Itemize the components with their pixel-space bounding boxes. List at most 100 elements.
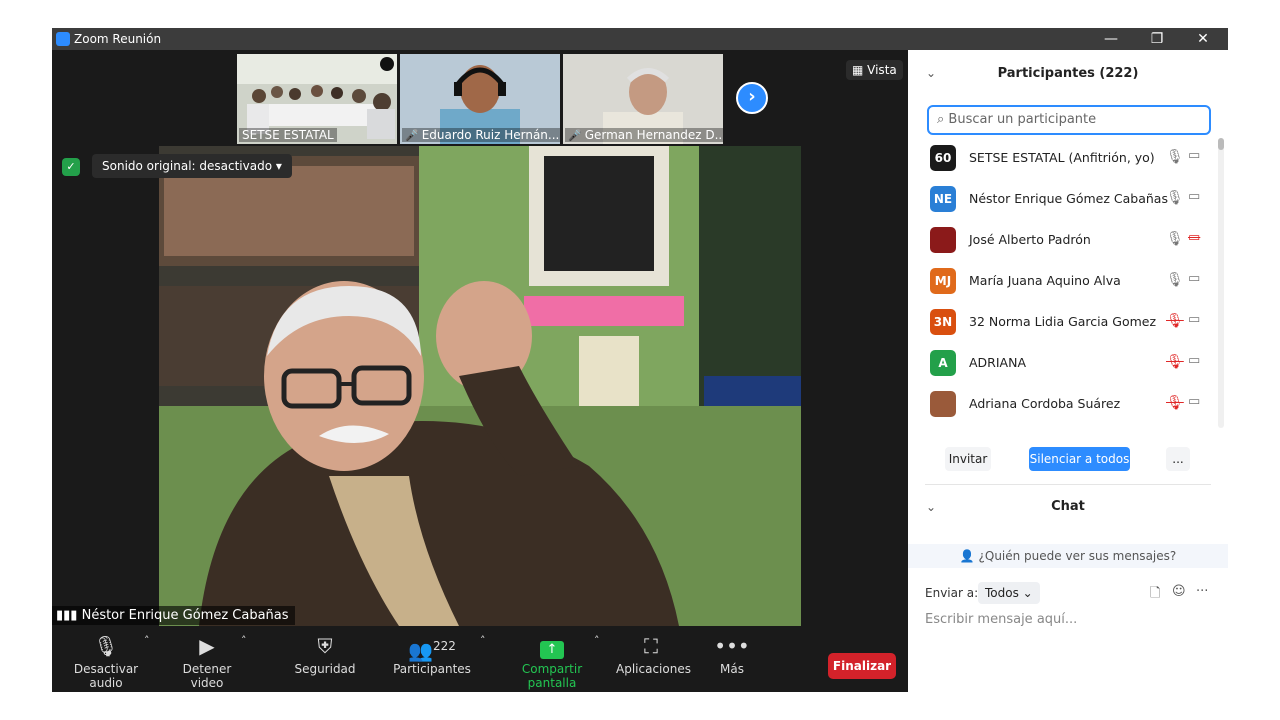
next-page-button[interactable]: › — [736, 82, 768, 114]
video-camera-icon[interactable]: ▭ — [1188, 189, 1200, 204]
stop-video-button[interactable]: ▶︎ Detener video ˄ — [167, 632, 247, 690]
participant-name: 32 Norma Lidia Garcia Gomez — [969, 314, 1157, 329]
share-screen-icon: ↑ — [540, 641, 564, 659]
search-icon: ⌕ — [937, 112, 949, 127]
stop-video-label: Detener video — [182, 662, 232, 690]
chat-visibility-info[interactable]: 👤 ¿Quién puede ver sus mensajes? — [908, 544, 1228, 568]
view-label: Vista — [867, 63, 897, 77]
thumbnail-label: 🎤 Eduardo Ruiz Hernán... — [402, 128, 560, 142]
person-lock-icon: 👤 — [959, 549, 979, 563]
original-sound-toggle[interactable]: Sonido original: desactivado ▾ — [92, 154, 292, 178]
participants-more-button[interactable]: ... — [1166, 447, 1190, 471]
search-placeholder: Buscar un participante — [948, 112, 1097, 127]
caret-up-icon[interactable]: ˄ — [241, 634, 247, 647]
side-panel: ⌄ Participantes (222) ⌕ Buscar un partic… — [908, 50, 1228, 692]
scrollbar-thumb[interactable] — [1218, 138, 1224, 150]
participant-avatar: A — [930, 350, 956, 376]
participant-name: José Alberto Padrón — [969, 232, 1091, 247]
apps-button[interactable]: ⛶ Aplicaciones — [616, 632, 691, 676]
meeting-toolbar: 🎙 Desactivar audio ˄ ▶︎ Detener video ˄ … — [52, 626, 908, 692]
caret-up-icon[interactable]: ˄ — [594, 634, 600, 647]
emoji-icon[interactable]: ☺ — [1172, 584, 1186, 599]
more-button[interactable]: ••• Más — [712, 632, 752, 676]
shield-icon: ⛨ — [317, 634, 333, 658]
mic-muted-icon[interactable]: 🎙 — [1166, 313, 1184, 329]
video-thumbnail[interactable]: SETSE ESTATAL — [237, 54, 397, 144]
video-camera-icon[interactable]: ▭ — [1188, 394, 1200, 409]
participants-button[interactable]: 👥222 Participantes ˄ — [392, 632, 485, 676]
participant-name: SETSE ESTATAL (Anfitrión, yo) — [969, 150, 1155, 165]
participant-avatar: 60 — [930, 145, 956, 171]
security-button[interactable]: ⛨ Seguridad — [292, 632, 358, 676]
microphone-icon[interactable]: 🎙 — [1166, 231, 1184, 247]
active-speaker-video[interactable] — [159, 146, 801, 626]
speaker-video-frame — [159, 146, 801, 626]
video-thumbnail[interactable]: 🎤 Eduardo Ruiz Hernán... — [400, 54, 560, 144]
participants-title: Participantes (222) — [997, 66, 1139, 81]
close-button[interactable]: ✕ — [1180, 28, 1226, 50]
thumbnail-name: Eduardo Ruiz Hernán... — [421, 128, 560, 142]
more-label: Más — [720, 662, 744, 676]
video-thumbnail[interactable]: 🎤 German Hernandez D... — [563, 54, 723, 144]
video-camera-icon[interactable]: ▭ — [1188, 148, 1200, 163]
zoom-window: Zoom Reunión — ❐ ✕ SETSE ESTATAL 🎤 Eduar… — [52, 28, 1228, 692]
video-off-icon[interactable]: ▭ — [1188, 230, 1200, 245]
participant-row[interactable]: A ADRIANA 🎙 ▭ — [908, 343, 1218, 384]
microphone-icon[interactable]: 🎙 — [1166, 272, 1184, 288]
window-title: Zoom Reunión — [74, 32, 162, 46]
video-stage: SETSE ESTATAL 🎤 Eduardo Ruiz Hernán... 🎤 G… — [52, 50, 908, 626]
participant-avatar: 3N — [930, 309, 956, 335]
invite-button[interactable]: Invitar — [945, 447, 991, 471]
participants-count: 222 — [433, 639, 456, 653]
security-shield-icon[interactable]: ✓ — [62, 158, 80, 176]
thumbnail-label: 🎤 German Hernandez D... — [565, 128, 723, 142]
send-to-select[interactable]: Todos ⌄ — [978, 582, 1040, 604]
microphone-icon[interactable]: 🎙 — [1166, 190, 1184, 206]
participant-row[interactable]: Adriana Cordoba Suárez 🎙 ▭ — [908, 384, 1218, 425]
apps-icon: ⛶ — [644, 634, 658, 658]
video-camera-icon[interactable]: ▭ — [1188, 353, 1200, 368]
participant-avatar — [930, 227, 956, 253]
mic-muted-icon[interactable]: 🎙 — [1166, 395, 1184, 411]
thumbnail-label: SETSE ESTATAL — [239, 128, 337, 142]
thumbnail-name: German Hernandez D... — [584, 128, 723, 142]
minimize-button[interactable]: — — [1088, 28, 1134, 50]
caret-up-icon[interactable]: ˄ — [480, 634, 486, 647]
participant-name: María Juana Aquino Alva — [969, 273, 1121, 288]
caret-up-icon[interactable]: ˄ — [144, 634, 150, 647]
restore-button[interactable]: ❐ — [1134, 28, 1180, 50]
mute-all-button[interactable]: Silenciar a todos — [1029, 447, 1130, 471]
participant-name: Adriana Cordoba Suárez — [969, 396, 1121, 411]
participant-avatar: NE — [930, 186, 956, 212]
mic-muted-icon[interactable]: 🎙 — [1166, 354, 1184, 370]
microphone-icon[interactable]: 🎙 — [1166, 149, 1184, 165]
participant-list-scrollbar[interactable] — [1218, 138, 1224, 428]
share-screen-button[interactable]: ↑ Compartir pantalla ˄ — [500, 632, 604, 690]
mic-muted-icon: 🎤 — [405, 129, 419, 142]
chat-more-icon[interactable]: ··· — [1196, 584, 1208, 599]
chat-message-input[interactable]: Escribir mensaje aquí... — [925, 612, 1077, 627]
microphone-icon: 🎙 — [93, 634, 119, 658]
participant-row[interactable]: 60 SETSE ESTATAL (Anfitrión, yo) 🎙 ▭ — [908, 138, 1218, 179]
participant-search-input[interactable]: ⌕ Buscar un participante — [927, 105, 1211, 135]
mute-audio-button[interactable]: 🎙 Desactivar audio ˄ — [62, 632, 150, 690]
participant-avatar — [930, 391, 956, 417]
end-meeting-button[interactable]: Finalizar — [828, 653, 896, 679]
chevron-down-icon: ⌄ — [1022, 586, 1033, 600]
view-button[interactable]: ▦ Vista — [846, 60, 903, 80]
participant-row[interactable]: José Alberto Padrón 🎙 ▭ — [908, 220, 1218, 261]
video-camera-icon: ▶︎ — [199, 634, 215, 658]
title-bar: Zoom Reunión — ❐ ✕ — [52, 28, 1228, 50]
chat-title: Chat — [1051, 499, 1085, 514]
participant-name: Néstor Enrique Gómez Cabañas — [969, 191, 1168, 206]
grid-icon: ▦ — [852, 63, 868, 77]
video-camera-icon[interactable]: ▭ — [1188, 312, 1200, 327]
file-icon[interactable]: 🗋 — [1150, 584, 1160, 606]
zoom-app-icon — [56, 32, 70, 46]
participant-row[interactable]: MJ María Juana Aquino Alva 🎙 ▭ — [908, 261, 1218, 302]
video-camera-icon[interactable]: ▭ — [1188, 271, 1200, 286]
participants-label: Participantes — [393, 662, 471, 676]
more-dots-icon: ••• — [714, 634, 750, 658]
participant-row[interactable]: NE Néstor Enrique Gómez Cabañas 🎙 ▭ — [908, 179, 1218, 220]
participant-row[interactable]: 3N 32 Norma Lidia Garcia Gomez 🎙 ▭ — [908, 302, 1218, 343]
